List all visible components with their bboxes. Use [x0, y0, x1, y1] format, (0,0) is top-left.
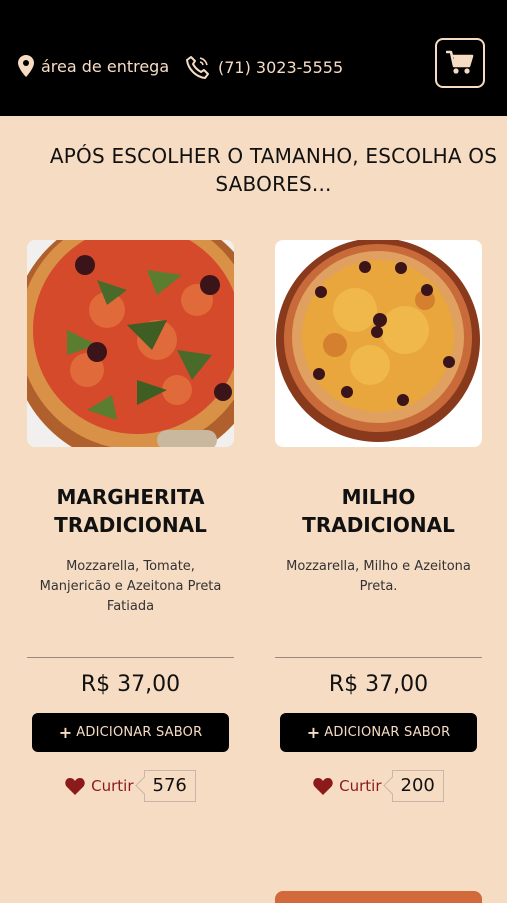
product-price: R$ 37,00 [328, 672, 429, 697]
section-title: APÓS ESCOLHER O TAMANHO, ESCOLHA OS SABO… [49, 144, 498, 196]
top-bar: área de entrega (71) 3023-5555 [0, 0, 507, 116]
product-card: MILHO TRADICIONAL Mozzarella, Milho e Az… [275, 240, 482, 802]
phone-number: (71) 3023-5555 [218, 57, 344, 77]
like-label: Curtir [91, 777, 134, 795]
plus-icon: + [58, 723, 73, 742]
next-product-image-peek [275, 891, 482, 903]
map-pin-icon [18, 55, 34, 77]
product-name: MARGHERITA TRADICIONAL [54, 485, 207, 537]
divider [27, 657, 234, 658]
plus-icon: + [306, 723, 321, 742]
pizza-milho-image[interactable] [275, 240, 482, 447]
product-description: Mozzarella, Milho e Azeitona Preta. [286, 559, 471, 594]
add-flavor-button[interactable]: + ADICIONAR SABOR [280, 713, 477, 752]
add-flavor-button[interactable]: + ADICIONAR SABOR [32, 713, 229, 752]
heart-icon [65, 778, 85, 795]
product-card: MARGHERITA TRADICIONAL Mozzarella, Tomat… [27, 240, 234, 802]
product-name: MILHO TRADICIONAL [302, 485, 455, 537]
like-row: Curtir 576 [27, 770, 234, 802]
cart-icon [446, 50, 474, 74]
like-count: 200 [391, 770, 444, 802]
like-button[interactable]: Curtir [65, 777, 134, 795]
pizza-margherita-image[interactable] [27, 240, 234, 447]
phone-icon [186, 56, 209, 79]
heart-icon [313, 778, 333, 795]
add-flavor-label: ADICIONAR SABOR [324, 725, 451, 740]
like-button[interactable]: Curtir [313, 777, 382, 795]
divider [275, 657, 482, 658]
product-description: Mozzarella, Tomate, Manjericão e Azeiton… [39, 559, 222, 614]
like-count: 576 [143, 770, 196, 802]
like-row: Curtir 200 [275, 770, 482, 802]
delivery-area-label: área de entrega [41, 56, 170, 76]
cart-button[interactable] [435, 38, 485, 88]
delivery-area-link[interactable]: área de entrega [18, 55, 169, 77]
phone-link[interactable]: (71) 3023-5555 [186, 55, 343, 79]
product-price: R$ 37,00 [80, 672, 181, 697]
like-label: Curtir [339, 777, 382, 795]
add-flavor-label: ADICIONAR SABOR [76, 725, 203, 740]
